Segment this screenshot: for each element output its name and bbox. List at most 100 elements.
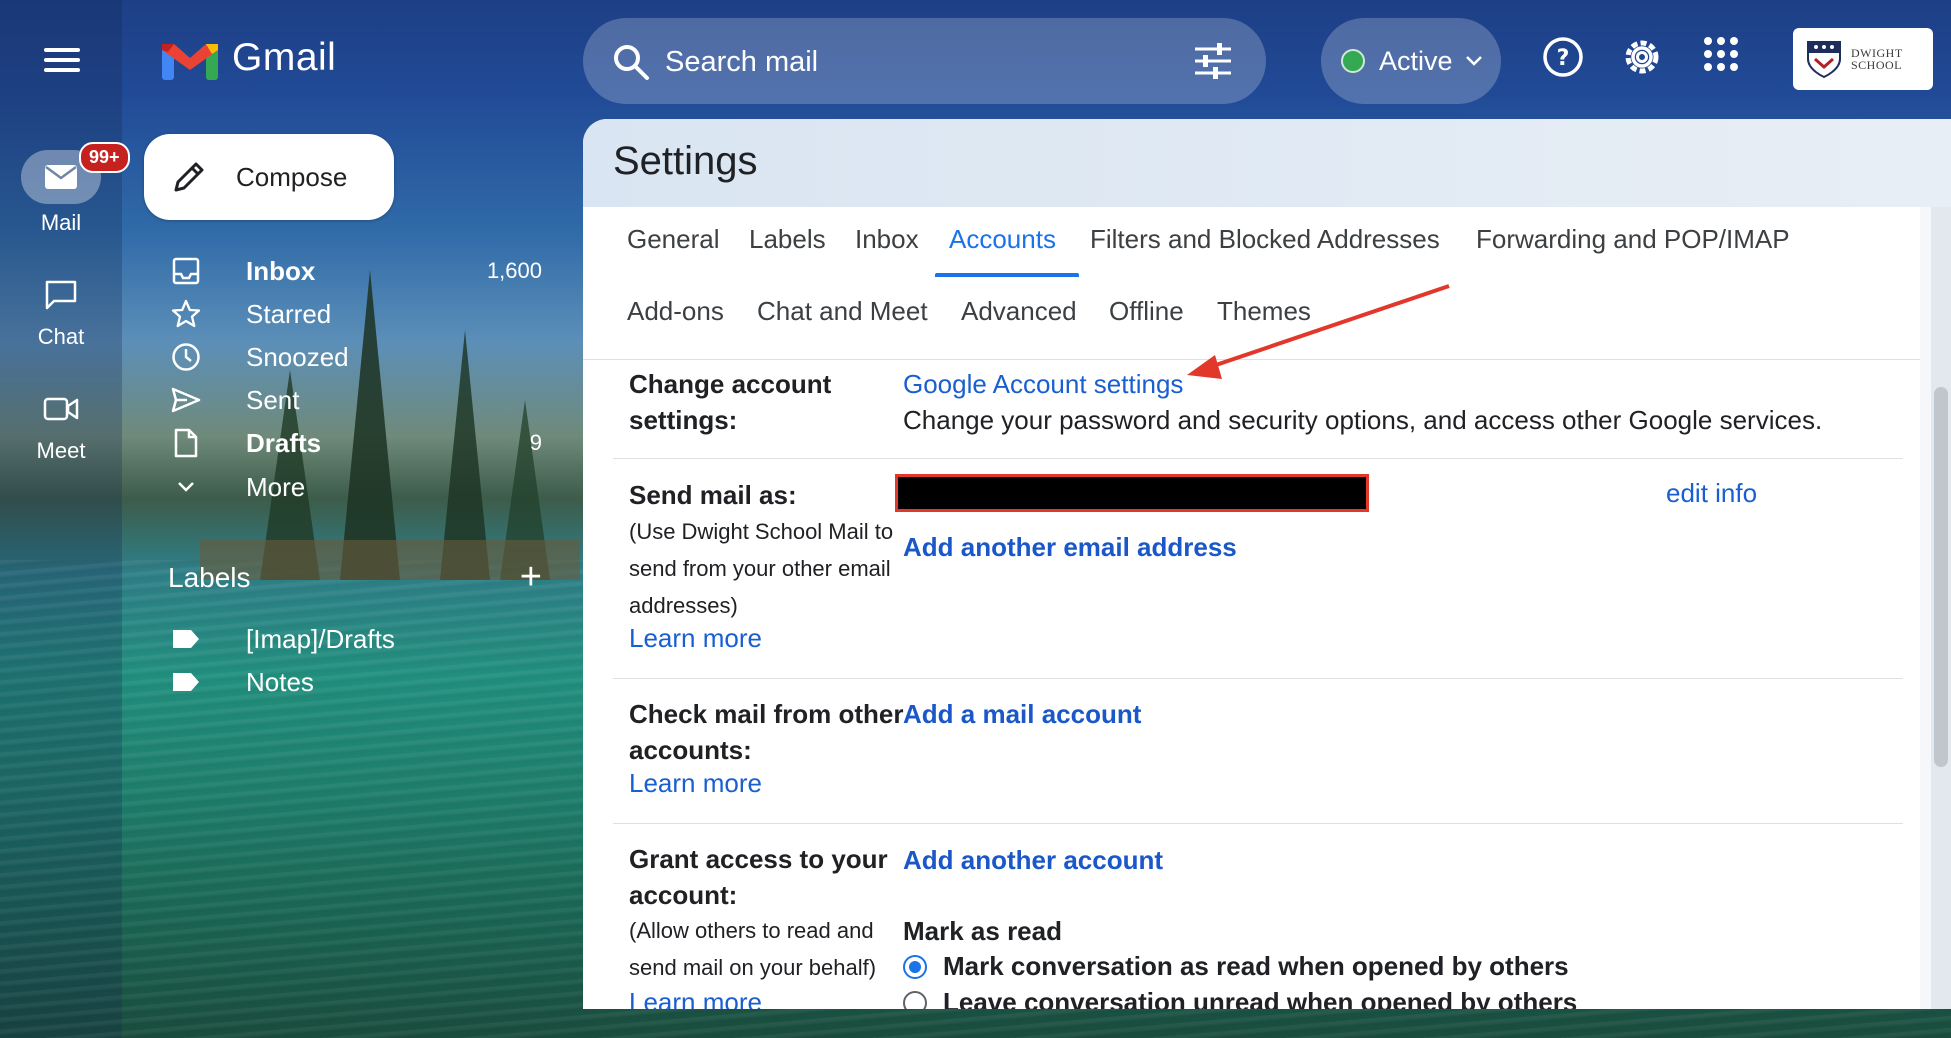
- tab-themes[interactable]: Themes: [1217, 296, 1311, 327]
- help-icon[interactable]: ?: [1542, 36, 1584, 78]
- tab-chat-and-meet[interactable]: Chat and Meet: [757, 296, 928, 327]
- nav-count: 1,600: [486, 258, 542, 283]
- label-tag-icon: [170, 671, 202, 693]
- nav-label: Sent: [246, 384, 300, 415]
- search-input[interactable]: [663, 40, 1147, 84]
- label-line: account:: [629, 880, 738, 910]
- label-tag-icon: [170, 628, 202, 650]
- inbox-icon: [170, 257, 202, 285]
- nav-item-inbox[interactable]: Inbox 1,600: [170, 252, 542, 290]
- tab-forwarding-and-pop-imap[interactable]: Forwarding and POP/IMAP: [1476, 224, 1790, 255]
- section-divider: [613, 458, 1903, 459]
- label-line: Change account: [629, 369, 832, 399]
- nav-item-sent[interactable]: Sent: [170, 381, 542, 419]
- main-menu-button[interactable]: [38, 42, 86, 82]
- send-mail-as-help: (Use Dwight School Mail to send from you…: [629, 513, 893, 624]
- scrollbar[interactable]: [1931, 207, 1951, 1009]
- rail-item-meet[interactable]: Meet: [0, 382, 122, 464]
- star-icon: [170, 299, 202, 329]
- add-a-mail-account-link[interactable]: Add a mail account: [903, 699, 1141, 730]
- change-account-description: Change your password and security option…: [903, 405, 1823, 435]
- grant-access-label: Grant access to your account:: [629, 841, 888, 913]
- settings-panel: Settings General Labels Inbox Accounts F…: [583, 119, 1951, 1009]
- settings-gear-icon[interactable]: [1621, 36, 1663, 78]
- gmail-logo[interactable]: Gmail: [162, 36, 336, 80]
- tab-general[interactable]: General: [627, 224, 720, 255]
- label-item[interactable]: [Imap]/Drafts: [170, 620, 542, 658]
- settings-header: Settings: [583, 119, 1951, 207]
- grant-access-help: (Allow others to read and send mail on y…: [629, 912, 876, 986]
- add-another-account-link[interactable]: Add another account: [903, 845, 1163, 876]
- tab-add-ons[interactable]: Add-ons: [627, 296, 724, 327]
- check-mail-learn-more-link[interactable]: Learn more: [629, 768, 762, 799]
- label-item[interactable]: Notes: [170, 663, 542, 701]
- help-line: send mail on your behalf): [629, 955, 877, 980]
- organization-name: DWIGHT SCHOOL: [1851, 46, 1903, 72]
- mark-read-radio[interactable]: [903, 955, 927, 979]
- tab-advanced[interactable]: Advanced: [961, 296, 1077, 327]
- active-tab-indicator: [935, 273, 1079, 277]
- status-active-icon: [1341, 49, 1365, 73]
- status-selector[interactable]: Active: [1321, 18, 1501, 104]
- edit-info-link[interactable]: edit info: [1666, 478, 1757, 509]
- nav-item-starred[interactable]: Starred: [170, 295, 542, 333]
- rail-pill: [21, 268, 101, 322]
- pencil-icon: [174, 162, 204, 192]
- google-account-settings-link[interactable]: Google Account settings: [903, 369, 1183, 400]
- section-divider: [613, 823, 1903, 824]
- nav-item-more[interactable]: More: [170, 468, 542, 506]
- gmail-wordmark: Gmail: [232, 36, 337, 79]
- mark-as-read-heading: Mark as read: [903, 916, 1062, 946]
- page-title: Settings: [613, 139, 758, 183]
- tab-labels[interactable]: Labels: [749, 224, 826, 255]
- search-bar[interactable]: [583, 18, 1266, 104]
- change-account-label: Change account settings:: [629, 366, 831, 438]
- tab-offline[interactable]: Offline: [1109, 296, 1184, 327]
- grant-access-learn-more-link[interactable]: Learn more: [629, 987, 762, 1009]
- rail-item-mail[interactable]: 99+ Mail: [0, 142, 130, 236]
- leave-unread-radio[interactable]: [903, 991, 927, 1009]
- send-mail-as-learn-more-link[interactable]: Learn more: [629, 623, 762, 654]
- scrollbar-thumb[interactable]: [1934, 387, 1948, 767]
- help-line: addresses): [629, 593, 738, 618]
- nav-item-drafts[interactable]: Drafts 9: [170, 424, 542, 462]
- leave-unread-option-label[interactable]: Leave conversation unread when opened by…: [943, 987, 1577, 1009]
- gmail-m-icon: [162, 44, 218, 80]
- mail-icon: [45, 165, 77, 189]
- clock-icon: [170, 342, 202, 372]
- create-label-plus-icon[interactable]: +: [520, 556, 542, 599]
- chevron-down-icon: [1465, 56, 1482, 66]
- tabs-divider: [583, 359, 1920, 360]
- search-options-icon[interactable]: [1193, 42, 1233, 80]
- nav-label: Snoozed: [246, 341, 349, 372]
- tab-inbox[interactable]: Inbox: [855, 224, 919, 255]
- compose-button[interactable]: Compose: [144, 134, 394, 220]
- help-line: send from your other email: [629, 556, 891, 581]
- label-line: settings:: [629, 405, 738, 435]
- nav-item-snoozed[interactable]: Snoozed: [170, 338, 542, 376]
- help-line: (Allow others to read and: [629, 918, 874, 943]
- label-line: Grant access to your: [629, 844, 888, 874]
- video-camera-icon: [43, 397, 79, 421]
- nav-count: 9: [529, 430, 542, 455]
- mark-read-option-label[interactable]: Mark conversation as read when opened by…: [943, 951, 1569, 982]
- rail-item-chat[interactable]: Chat: [0, 268, 122, 350]
- label-line: Check mail from other: [629, 699, 904, 729]
- nav-label: More: [246, 471, 306, 502]
- check-mail-label: Check mail from other accounts:: [629, 696, 904, 768]
- tab-accounts[interactable]: Accounts: [949, 224, 1056, 255]
- label-name: [Imap]/Drafts: [246, 623, 395, 654]
- search-icon[interactable]: [611, 42, 651, 82]
- nav-label: Drafts: [246, 427, 322, 458]
- status-label: Active: [1379, 45, 1453, 76]
- nav-label: Starred: [246, 298, 332, 329]
- unread-badge: 99+: [79, 142, 130, 173]
- menu-line: [44, 48, 80, 52]
- apps-grid-icon[interactable]: [1703, 36, 1739, 72]
- send-icon: [170, 387, 202, 413]
- add-another-email-address-link[interactable]: Add another email address: [903, 532, 1237, 563]
- nav-label: Inbox: [246, 255, 316, 286]
- tab-filters-and-blocked-addresses[interactable]: Filters and Blocked Addresses: [1090, 224, 1440, 255]
- organization-account-badge[interactable]: DWIGHT SCHOOL: [1793, 28, 1933, 90]
- redacted-email-address: [895, 474, 1369, 512]
